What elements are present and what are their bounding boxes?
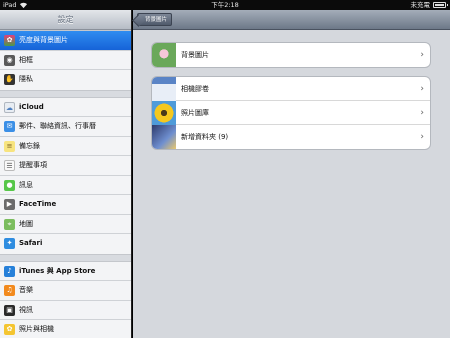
music-icon: ♫ [4, 285, 15, 296]
sidebar-item-picture-frame[interactable]: ◉ 相框 [0, 51, 131, 70]
back-button[interactable]: 背景圖片 [137, 13, 173, 26]
reminders-icon: ☰ [4, 160, 15, 171]
sidebar-item-label: 提醒事項 [19, 161, 47, 169]
safari-icon: ✦ [4, 238, 15, 249]
wallpaper-thumbnail [152, 43, 176, 67]
sidebar-item-safari[interactable]: ✦ Safari [0, 234, 131, 254]
sidebar-item-messages[interactable]: ● 訊息 [0, 176, 131, 195]
list-item-wallpaper[interactable]: 背景圖片 › [152, 43, 430, 67]
charging-status: 未充電 [410, 1, 431, 9]
mail-icon: ✉ [4, 121, 15, 132]
maps-icon: ⌖ [4, 218, 15, 230]
sidebar-item-facetime[interactable]: ▶ FaceTime [0, 195, 131, 215]
list-item-label: 背景圖片 [181, 51, 209, 59]
sidebar-item-label: 音樂 [19, 286, 33, 294]
picture-frame-icon: ◉ [4, 54, 15, 66]
sidebar-item-reminders[interactable]: ☰ 提醒事項 [0, 156, 131, 176]
new-album-thumbnail [152, 125, 176, 149]
icloud-icon: ☁ [4, 101, 15, 113]
messages-icon: ● [4, 179, 15, 191]
sidebar-item-label: 隱私 [19, 75, 33, 83]
sidebar-item-label: 亮度與背景圖片 [19, 36, 68, 44]
wallpaper-icon: ✿ [4, 35, 15, 46]
wallpaper-card: 背景圖片 › [151, 42, 431, 68]
sidebar-item-label: 備忘錄 [19, 141, 40, 150]
detail-pane: 背景圖片 背景圖片 › 相機膠卷 › 照片圖庫 › 新增資料夾 (9) › [133, 10, 450, 338]
list-item-camera-roll[interactable]: 相機膠卷 › [152, 77, 430, 101]
status-bar: iPad 下午2:18 未充電 [0, 0, 450, 10]
list-item-label: 新增資料夾 (9) [181, 133, 229, 141]
sidebar-item-brightness-wallpaper[interactable]: ✿ 亮度與背景圖片 [0, 31, 131, 51]
photo-sources-card: 相機膠卷 › 照片圖庫 › 新增資料夾 (9) › [151, 76, 431, 150]
privacy-hand-icon: ✋ [4, 74, 15, 85]
settings-sidebar: 設定 ✿ 亮度與背景圖片 ◉ 相框 ✋ 隱私 ☁ iCloud ✉ 郵件、聯絡資… [0, 10, 132, 338]
detail-navbar: 背景圖片 [133, 10, 450, 30]
sidebar-item-icloud[interactable]: ☁ iCloud [0, 98, 131, 117]
sidebar-item-label: iCloud [19, 102, 44, 111]
sidebar-item-label: iTunes 與 App Store [19, 266, 96, 275]
chevron-right-icon: › [420, 84, 424, 94]
sidebar-item-label: 照片與相機 [19, 325, 54, 333]
photos-icon: ✿ [4, 324, 15, 335]
sidebar-item-mail[interactable]: ✉ 郵件、聯絡資訊、行事曆 [0, 117, 131, 137]
settings-group-2: ☁ iCloud ✉ 郵件、聯絡資訊、行事曆 ≡ 備忘錄 ☰ 提醒事項 ● 訊息… [0, 96, 131, 255]
photo-library-thumbnail [152, 101, 176, 125]
facetime-icon: ▶ [4, 199, 15, 210]
camera-roll-thumbnail [152, 77, 176, 101]
chevron-right-icon: › [420, 108, 424, 118]
sidebar-item-music[interactable]: ♫ 音樂 [0, 281, 131, 301]
notes-icon: ≡ [4, 140, 15, 152]
list-item-photo-library[interactable]: 照片圖庫 › [152, 101, 430, 125]
chevron-right-icon: › [420, 50, 424, 60]
list-item-label: 相機膠卷 [181, 85, 209, 93]
sidebar-item-label: 視訊 [19, 305, 33, 314]
sidebar-item-videos[interactable]: ▣ 視訊 [0, 301, 131, 320]
settings-group-3: ♪ iTunes 與 App Store ♫ 音樂 ▣ 視訊 ✿ 照片與相機 [0, 260, 131, 338]
sidebar-item-notes[interactable]: ≡ 備忘錄 [0, 137, 131, 156]
sidebar-item-privacy[interactable]: ✋ 隱私 [0, 70, 131, 90]
sidebar-item-label: Safari [19, 239, 43, 247]
battery-icon [433, 2, 448, 8]
list-item-label: 照片圖庫 [181, 109, 209, 117]
itunes-icon: ♪ [4, 265, 15, 277]
sidebar-item-photos-camera[interactable]: ✿ 照片與相機 [0, 320, 131, 338]
list-item-new-album[interactable]: 新增資料夾 (9) › [152, 125, 430, 149]
sidebar-item-label: 相框 [19, 55, 33, 64]
sidebar-title: 設定 [0, 10, 131, 30]
sidebar-item-label: 訊息 [19, 180, 33, 189]
clock: 下午2:18 [211, 1, 239, 9]
sidebar-item-label: FaceTime [19, 200, 57, 208]
chevron-right-icon: › [420, 132, 424, 142]
videos-icon: ▣ [4, 304, 15, 316]
sidebar-item-label: 郵件、聯絡資訊、行事曆 [19, 122, 96, 130]
sidebar-item-itunes-app-store[interactable]: ♪ iTunes 與 App Store [0, 262, 131, 281]
settings-group-1: ✿ 亮度與背景圖片 ◉ 相框 ✋ 隱私 [0, 30, 131, 91]
sidebar-item-label: 地圖 [19, 219, 33, 228]
sidebar-item-maps[interactable]: ⌖ 地圖 [0, 215, 131, 234]
